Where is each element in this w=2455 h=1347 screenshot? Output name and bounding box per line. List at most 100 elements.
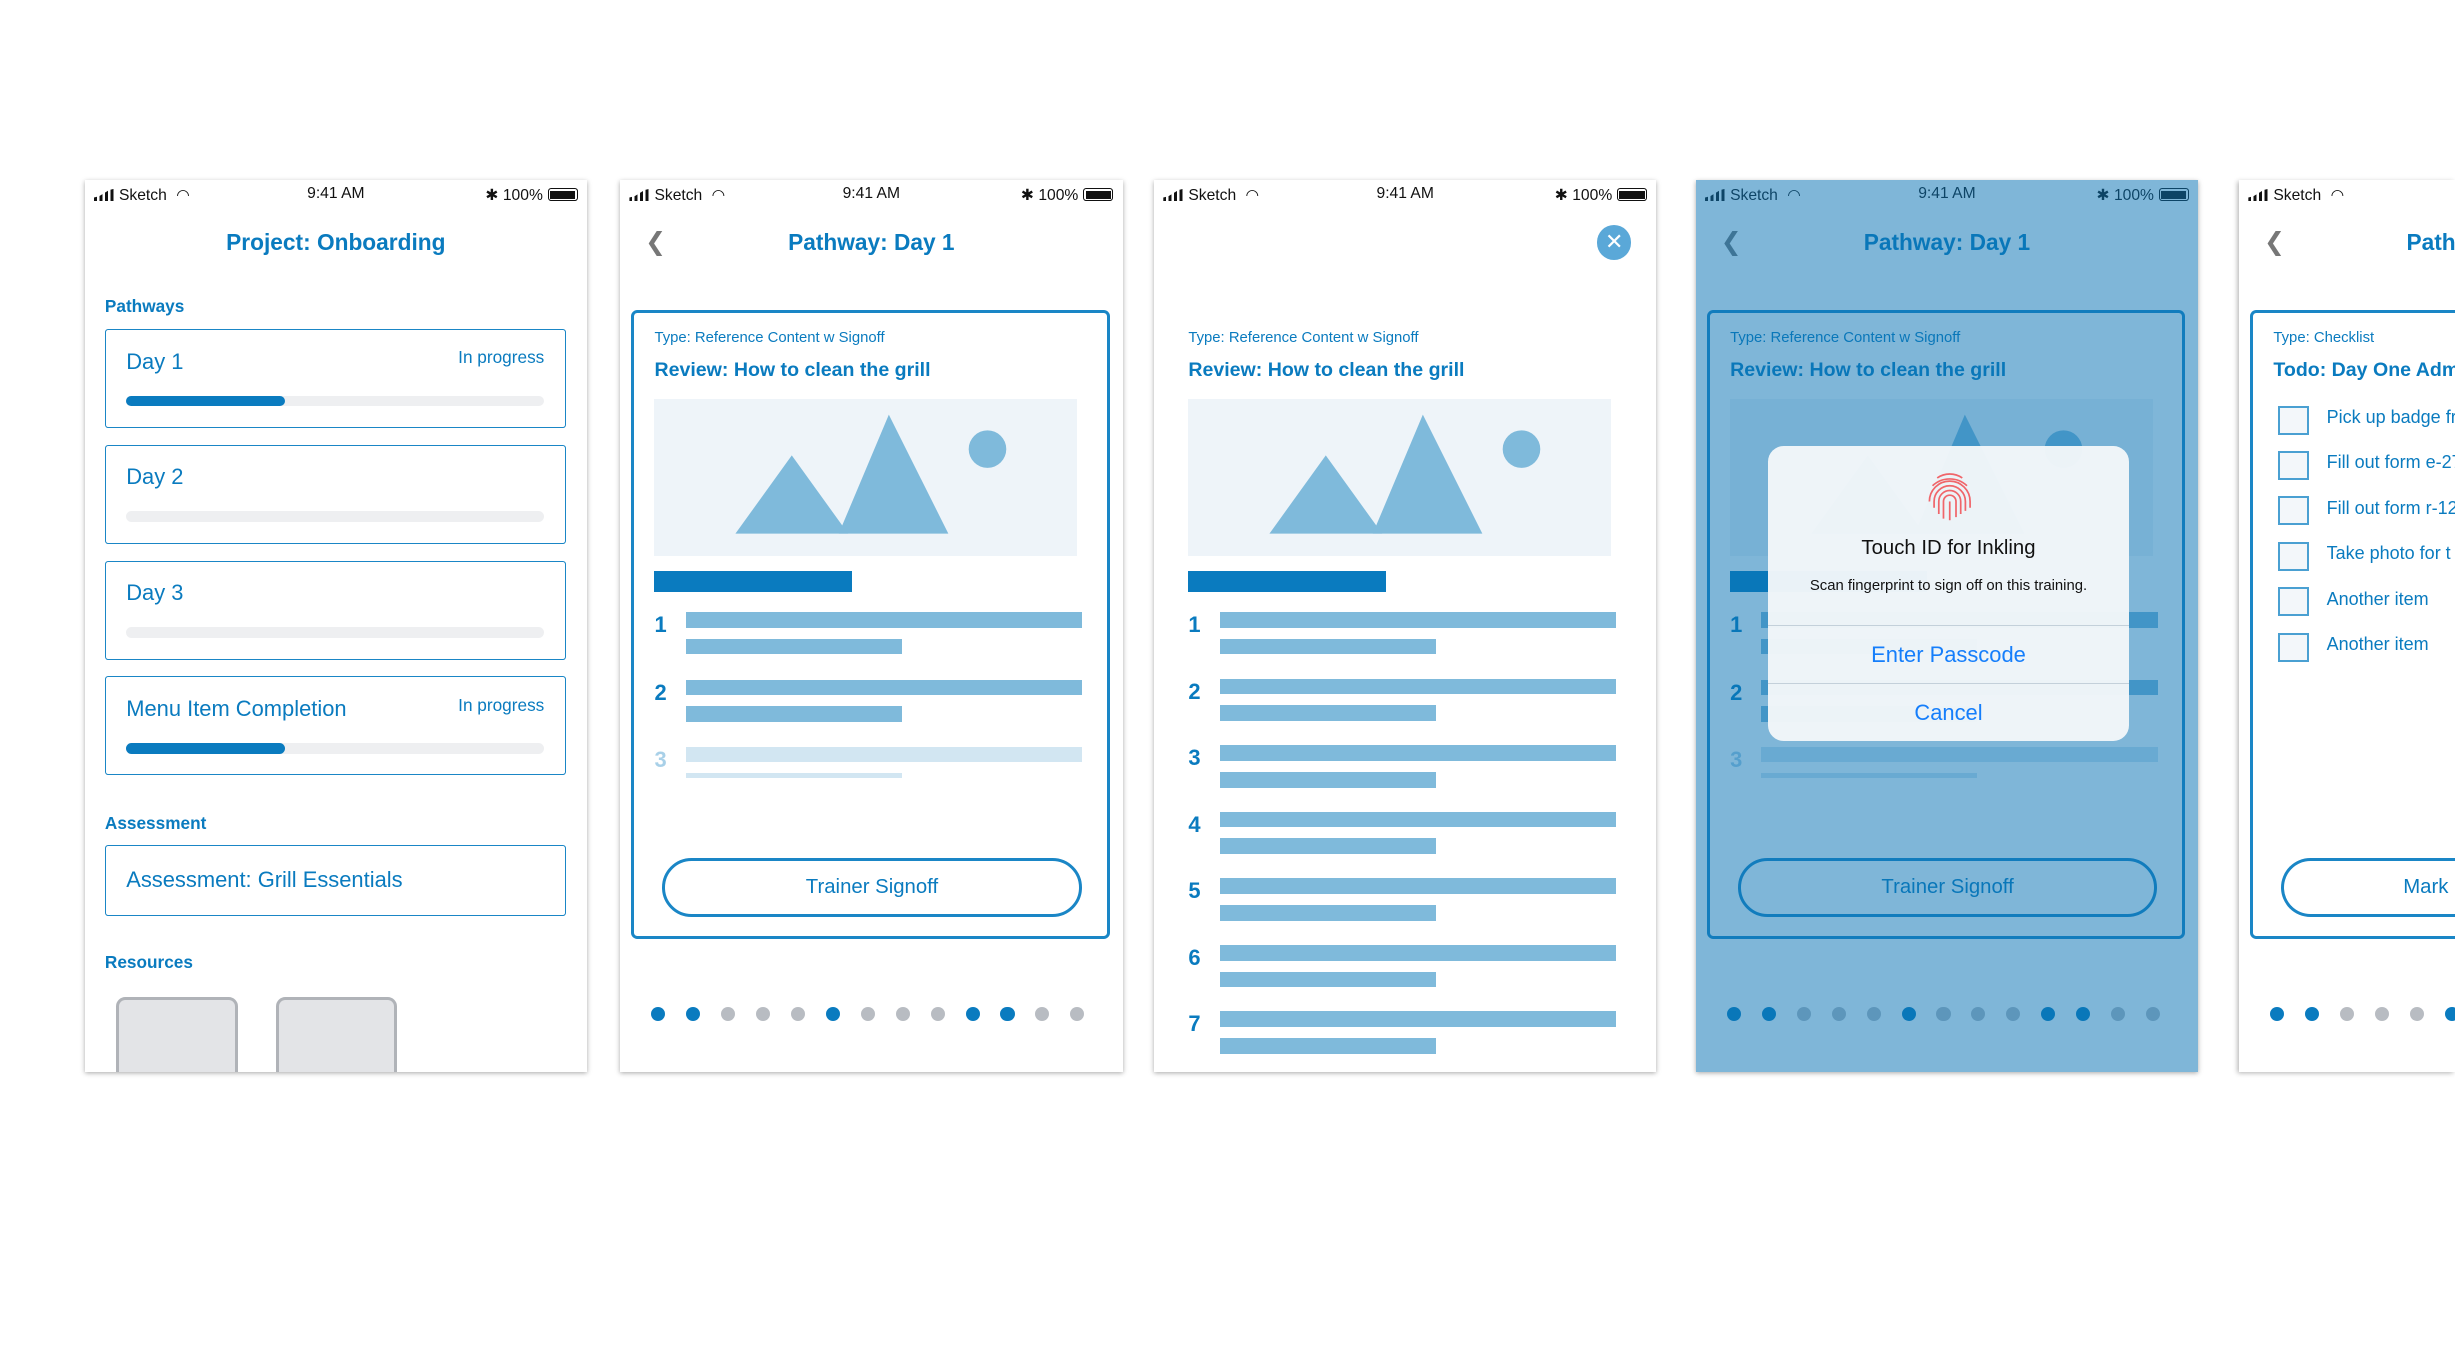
screen-lesson-expanded: Sketch ◠ 9:41 AM ✱ 100% ✕ Type: Reference C… bbox=[1153, 180, 1657, 1073]
text-line-placeholder bbox=[1219, 1038, 1436, 1054]
cancel-button[interactable]: Cancel bbox=[1767, 682, 2130, 742]
checkbox[interactable] bbox=[2278, 541, 2309, 571]
battery-icon bbox=[1083, 188, 1114, 202]
text-line-placeholder bbox=[1219, 971, 1436, 988]
enter-passcode-button[interactable]: Enter Passcode bbox=[1767, 624, 2130, 684]
pathway-card[interactable]: Day 2 bbox=[104, 444, 566, 544]
pathway-name: Day 1 bbox=[126, 348, 184, 374]
checklist-item-label: Another item bbox=[2326, 588, 2429, 609]
list-row: 3 bbox=[1188, 745, 1619, 792]
list-row: 2 bbox=[654, 679, 1085, 727]
list-row: 3 bbox=[654, 746, 1085, 779]
checklist-item-label: Fill out form r-12 bbox=[2326, 497, 2455, 518]
page-dot[interactable] bbox=[790, 1006, 806, 1021]
checkbox[interactable] bbox=[2278, 587, 2309, 617]
mountain-shape bbox=[1269, 455, 1383, 534]
list-row: 4 bbox=[1188, 811, 1619, 859]
text-line-placeholder bbox=[1219, 678, 1616, 695]
checkbox[interactable] bbox=[2278, 405, 2309, 435]
page-dot[interactable] bbox=[825, 1006, 840, 1021]
checklist-item[interactable]: Fill out form e-27 bbox=[2278, 450, 2455, 482]
screen-touch-id: Sketch◠9:41 AM✱ 100% ❮ Pathway: Day 1 Ty… bbox=[1695, 180, 2199, 1073]
mark-complete-button[interactable]: Mark bbox=[2281, 857, 2455, 918]
row-number: 3 bbox=[654, 746, 667, 772]
image-placeholder bbox=[654, 399, 1078, 556]
page-dot[interactable] bbox=[1000, 1006, 1015, 1021]
resource-thumbnail[interactable] bbox=[275, 997, 398, 1073]
fingerprint-icon bbox=[1928, 472, 1971, 520]
row-number: 1 bbox=[654, 612, 667, 638]
text-line-placeholder bbox=[1219, 745, 1616, 761]
text-line-placeholder bbox=[685, 706, 902, 722]
row-number: 5 bbox=[1188, 878, 1201, 904]
text-line-placeholder bbox=[685, 638, 902, 655]
page-dot[interactable] bbox=[2374, 1006, 2390, 1021]
lesson-heading: Review: How to clean the grill bbox=[654, 358, 931, 381]
checklist-item[interactable]: Another item bbox=[2278, 587, 2455, 618]
progress-bar bbox=[126, 511, 545, 523]
status-bar: Sketch◠9:41 AM✱ 100% bbox=[1163, 185, 1648, 204]
page-dot[interactable] bbox=[1070, 1006, 1085, 1021]
lesson-heading: Review: How to clean the grill bbox=[1188, 358, 1465, 381]
checklist-item[interactable]: Another item bbox=[2278, 632, 2455, 664]
checkbox[interactable] bbox=[2278, 632, 2309, 662]
close-icon[interactable]: ✕ bbox=[1596, 225, 1632, 260]
content-type: Type: Reference Content w Signoff bbox=[1188, 330, 1419, 347]
page-dot[interactable] bbox=[2409, 1006, 2424, 1021]
page-dot[interactable] bbox=[2444, 1006, 2455, 1021]
page-title: Pathway: Day 1 bbox=[788, 228, 955, 255]
bluetooth-icon: ✱ bbox=[1554, 186, 1573, 204]
page-dot[interactable] bbox=[651, 1006, 666, 1021]
text-line-placeholder bbox=[685, 679, 1082, 696]
back-chevron-icon[interactable]: ❮ bbox=[2264, 227, 2285, 257]
checklist-item-label: Another item bbox=[2326, 634, 2429, 655]
text-line-placeholder bbox=[1219, 904, 1436, 921]
section-pathways: Pathways bbox=[104, 295, 185, 316]
mark-complete-label: Mark bbox=[2403, 875, 2449, 898]
image-placeholder bbox=[1188, 399, 1612, 556]
status-bar: Sketch ◠ bbox=[2248, 185, 2436, 204]
text-line-placeholder bbox=[1219, 612, 1616, 628]
page-dot[interactable] bbox=[756, 1006, 771, 1021]
battery-percent: 100% bbox=[502, 186, 543, 204]
assessment-card[interactable]: Assessment: Grill Essentials bbox=[104, 845, 566, 917]
checkbox[interactable] bbox=[2278, 450, 2309, 480]
pathway-name: Menu Item Completion bbox=[126, 696, 347, 722]
text-line-placeholder bbox=[685, 773, 902, 779]
page-dot[interactable] bbox=[686, 1006, 701, 1021]
progress-fill bbox=[126, 743, 286, 755]
page-dot[interactable] bbox=[895, 1006, 910, 1021]
checklist-item[interactable]: Pick up badge fr bbox=[2278, 405, 2455, 437]
text-line-placeholder bbox=[1219, 771, 1436, 788]
page-dot[interactable] bbox=[860, 1006, 875, 1021]
progress-bar bbox=[126, 627, 545, 639]
status-bar: Sketch◠9:41 AM✱ 100% bbox=[629, 185, 1114, 204]
battery-percent: 100% bbox=[1572, 186, 1613, 204]
checklist-item[interactable]: Fill out form r-12 bbox=[2278, 496, 2455, 527]
pathway-card[interactable]: Day 3 bbox=[104, 560, 566, 660]
pathway-card[interactable]: Day 1 In progress bbox=[104, 328, 566, 428]
trainer-signoff-button[interactable]: Trainer Signoff bbox=[662, 857, 1082, 918]
row-number: 4 bbox=[1188, 811, 1201, 837]
checkbox[interactable] bbox=[2278, 496, 2309, 526]
page-dot[interactable] bbox=[2270, 1006, 2285, 1021]
pathway-card[interactable]: Menu Item Completion In progress bbox=[104, 676, 566, 776]
page-dot[interactable] bbox=[2340, 1006, 2355, 1021]
resource-thumbnail[interactable] bbox=[115, 997, 238, 1073]
checklist-item[interactable]: Take photo for t bbox=[2278, 541, 2455, 573]
sun-shape bbox=[969, 430, 1007, 469]
text-line-placeholder bbox=[1219, 1011, 1616, 1028]
page-dot[interactable] bbox=[1035, 1006, 1050, 1021]
section-bar bbox=[1188, 571, 1386, 592]
bluetooth-icon: ✱ bbox=[1020, 186, 1039, 204]
section-resources: Resources bbox=[104, 951, 193, 972]
progress-bar bbox=[126, 743, 545, 755]
page-dot[interactable] bbox=[2305, 1006, 2320, 1021]
page-dot[interactable] bbox=[721, 1006, 736, 1021]
page-dot[interactable] bbox=[965, 1006, 980, 1021]
section-bar bbox=[654, 571, 852, 592]
touch-id-dialog: Touch ID for Inkling Scan fingerprint to… bbox=[1767, 446, 2130, 742]
page-dot[interactable] bbox=[930, 1006, 945, 1021]
text-line-placeholder bbox=[1219, 838, 1436, 855]
assessment-title: Assessment: Grill Essentials bbox=[126, 866, 403, 892]
